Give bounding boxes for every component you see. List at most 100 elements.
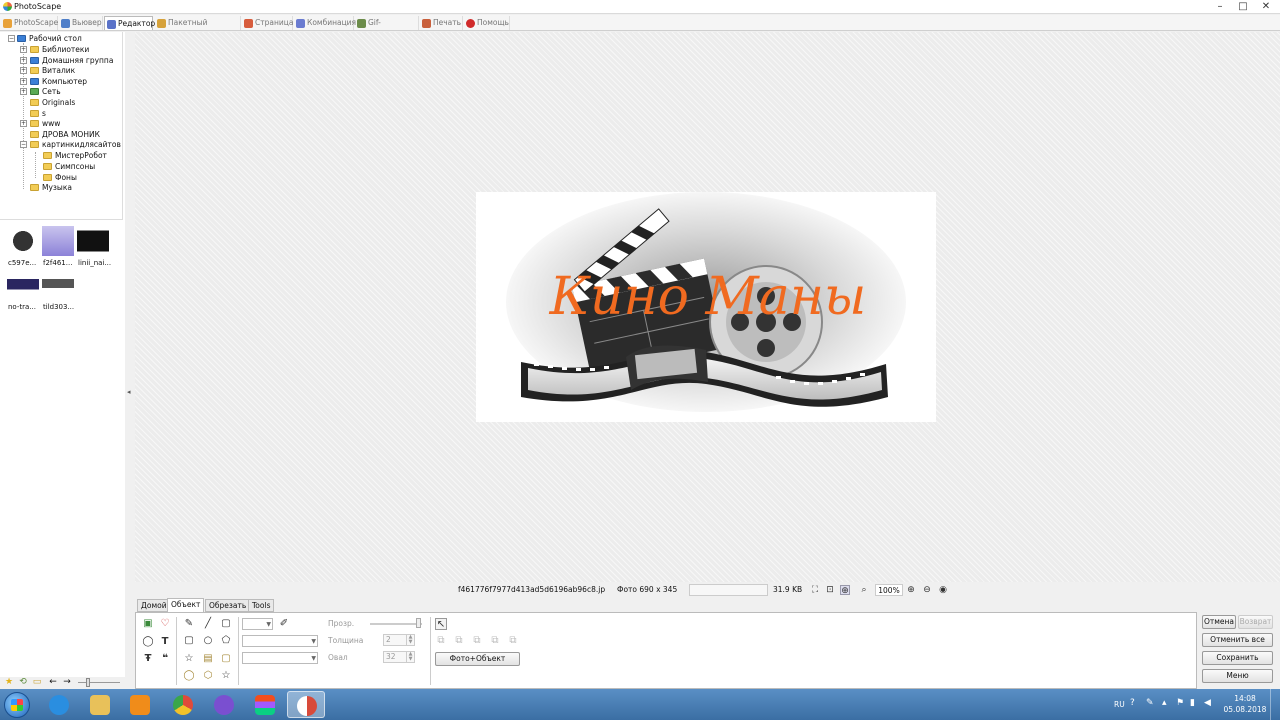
zoom-fit-icon[interactable]: ⊕ [840, 585, 850, 596]
panel-splitter[interactable]: ◂ [125, 32, 135, 689]
taskbar-app-photoscape[interactable] [287, 691, 325, 718]
tree-expand-toggle[interactable]: + [20, 46, 27, 53]
tree-node-desktop[interactable]: Рабочий стол [17, 34, 82, 44]
maximize-button[interactable]: □ [1232, 0, 1254, 14]
send-back-icon[interactable]: ⧉ [453, 635, 465, 647]
zoom-out-icon[interactable]: ⊖ [922, 585, 932, 595]
pentagon-icon[interactable]: ⬠ [220, 635, 232, 647]
hexagon-icon[interactable]: ⬡ [202, 670, 214, 682]
image-canvas[interactable]: Кино Маны [135, 32, 1280, 582]
tab-batch-editor[interactable]: Пакетный редактор [155, 16, 241, 41]
tree-node-libraries[interactable]: Библиотеки [30, 45, 89, 55]
color-picker[interactable]: ▼ [242, 618, 273, 630]
zoom-in-icon[interactable]: ⊕ [906, 585, 916, 595]
slider-thumb[interactable] [416, 618, 421, 628]
slider-thumb[interactable] [86, 678, 90, 687]
sticker-icon[interactable]: ♡ [159, 618, 171, 630]
rectangle-icon[interactable]: ▢ [220, 618, 232, 630]
delete-object-icon[interactable]: ⧉ [507, 635, 519, 647]
tree-expand-toggle[interactable]: + [20, 78, 27, 85]
tree-node-backgrounds[interactable]: Фоны [43, 173, 77, 183]
tree-node-mr-robot[interactable]: МистерРобот [43, 151, 107, 161]
tab-photoscape[interactable]: PhotoScape [1, 16, 58, 30]
tree-node-originals[interactable]: Originals [30, 98, 75, 108]
group-object-icon[interactable]: ⧉ [489, 635, 501, 647]
circle-icon[interactable]: ○ [202, 635, 214, 647]
favorite-icon[interactable]: ★ [4, 677, 14, 687]
star-outline-icon[interactable]: ☆ [220, 670, 232, 682]
tree-node-s[interactable]: s [30, 109, 46, 119]
tab-editor[interactable]: Редактор [104, 16, 155, 30]
tree-node-homegroup[interactable]: Домашняя группа [30, 56, 113, 66]
thumbnail-image[interactable] [77, 226, 109, 256]
tree-node-simpsons[interactable]: Симпсоны [43, 162, 95, 172]
rounded-box-icon[interactable]: ▢ [220, 653, 232, 665]
tab-gif-animation[interactable]: Gif-Анимация [355, 16, 419, 41]
tree-expand-toggle[interactable]: + [20, 120, 27, 127]
minimize-button[interactable]: – [1209, 0, 1231, 14]
line-icon[interactable]: ╱ [202, 618, 214, 630]
transparency-slider[interactable] [370, 623, 422, 625]
photo-icon[interactable]: ▣ [142, 618, 154, 630]
tree-node-user[interactable]: Виталик [30, 66, 75, 76]
select-arrow-icon[interactable]: ↖ [435, 618, 447, 630]
fit-screen-icon[interactable]: ⛶ [810, 585, 820, 595]
tab-combine[interactable]: Комбинация [294, 16, 356, 30]
text-style-icon[interactable]: Ŧ [142, 653, 154, 665]
tree-node-computer[interactable]: Компьютер [30, 77, 87, 87]
taskbar-app-figma[interactable] [246, 691, 284, 718]
tree-node-network[interactable]: Сеть [30, 87, 61, 97]
clock-date[interactable]: 05.08.2018 [1223, 705, 1267, 715]
keyboard-tray-icon[interactable]: ✎ [1146, 698, 1156, 710]
marker-icon[interactable]: ✎ [183, 618, 195, 630]
zoom-view-icon[interactable]: ⌕ [859, 585, 869, 595]
copy-object-icon[interactable]: ⧉ [471, 635, 483, 647]
edited-photo[interactable]: Кино Маны [476, 192, 936, 422]
speech-bubble-icon[interactable]: ◯ [142, 636, 154, 648]
rotate-icon[interactable]: ⟲ [18, 677, 28, 687]
back-arrow-icon[interactable]: ← [48, 677, 58, 687]
clock-time[interactable]: 14:08 [1230, 694, 1260, 704]
collapse-arrow-icon[interactable]: ◂ [127, 388, 131, 396]
tree-node-site-pictures[interactable]: картинкидлясайтов [30, 140, 121, 150]
tab-home[interactable]: Домой [137, 599, 171, 612]
close-button[interactable]: ✕ [1255, 0, 1277, 14]
tab-print[interactable]: Печать [420, 16, 463, 30]
thumbnail-size-slider[interactable] [78, 682, 120, 683]
taskbar-app-chrome[interactable] [164, 691, 202, 718]
tree-node-www[interactable]: www [30, 119, 60, 129]
thumbnail-image[interactable] [42, 226, 74, 256]
menu-button[interactable]: Меню [1202, 669, 1273, 683]
taskbar-app-explorer[interactable] [81, 691, 119, 718]
thickness-spinner[interactable]: 2 ▲ ▼ [383, 634, 415, 646]
tree-expand-toggle[interactable]: + [20, 57, 27, 64]
taskbar-app-ie[interactable] [40, 691, 78, 718]
start-button[interactable] [4, 692, 30, 718]
tab-page[interactable]: Страница [242, 16, 293, 30]
flag-tray-icon[interactable]: ⚑ [1176, 698, 1186, 710]
thumbnail-image[interactable] [7, 226, 39, 256]
tree-expand-toggle[interactable]: + [20, 67, 27, 74]
taskbar-app-viber[interactable] [205, 691, 243, 718]
fill-style-dropdown[interactable]: ▼ [242, 652, 318, 664]
forward-arrow-icon[interactable]: → [62, 677, 72, 687]
taskbar-app-media[interactable] [121, 691, 159, 718]
folder-open-icon[interactable]: ▭ [32, 677, 42, 687]
line-style-dropdown[interactable]: ▼ [242, 635, 318, 647]
tab-crop[interactable]: Обрезать [205, 599, 251, 612]
tree-node-drivers[interactable]: ДРОВА МОНИК [30, 130, 100, 140]
bring-front-icon[interactable]: ⧉ [435, 635, 447, 647]
star-icon[interactable]: ☆ [183, 653, 195, 665]
quote-icon[interactable]: ❝ [159, 653, 171, 665]
text-icon[interactable]: T [159, 636, 171, 648]
tree-node-music[interactable]: Музыка [30, 183, 72, 193]
tab-object[interactable]: Объект [167, 598, 205, 612]
tree-collapse-toggle[interactable]: − [20, 141, 27, 148]
volume-icon[interactable]: ◀ [1204, 698, 1214, 710]
save-button[interactable]: Сохранить [1202, 651, 1273, 665]
thumbnail-image[interactable] [42, 270, 74, 300]
help-tray-icon[interactable]: ? [1130, 698, 1140, 710]
rounded-rect-icon[interactable]: ▢ [183, 635, 195, 647]
settings-icon[interactable]: ◉ [938, 585, 948, 595]
photo-object-button[interactable]: Фото+Объект [435, 652, 520, 666]
